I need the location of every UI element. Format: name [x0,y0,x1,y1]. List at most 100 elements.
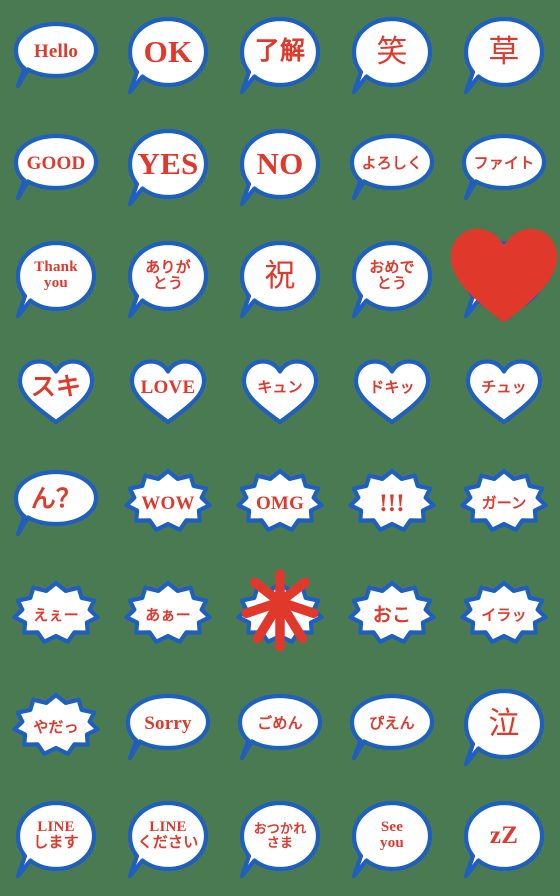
sticker-cell[interactable]: おめで とう [336,224,448,336]
sticker-cell[interactable]: 草 [448,0,560,112]
sticker-4[interactable]: 笑 [336,0,448,112]
sticker-cell[interactable]: Hello [0,0,112,112]
bubble-round-shape [127,128,209,207]
sticker-38[interactable]: おつかれ さま [224,784,336,896]
sticker-cell[interactable]: 笑 [336,0,448,112]
bubble-burst-shape [236,468,324,532]
sticker-cell[interactable]: 祝 [224,224,336,336]
bubble-burst-shape [460,580,548,644]
sticker-cell[interactable]: LOVE [112,336,224,448]
sticker-cell[interactable]: ありが とう [112,224,224,336]
sticker-18[interactable]: キュン [224,336,336,448]
bubble-oval-shape [13,133,99,201]
sticker-cell[interactable]: やだっ [0,672,112,784]
bubble-oval-shape [237,693,323,761]
sticker-37[interactable]: LINE ください [112,784,224,896]
sticker-cell[interactable]: NO [224,112,336,224]
sticker-cell[interactable]: YES [112,112,224,224]
bubble-burst-shape [124,580,212,644]
sticker-cell[interactable]: WOW [112,448,224,560]
sticker-cell[interactable]: えぇー [0,560,112,672]
bubble-round-shape [463,16,545,95]
sticker-cell[interactable]: LINE ください [112,784,224,896]
sticker-cell[interactable]: GOOD [0,112,112,224]
bubble-round-shape [351,800,433,879]
sticker-cell[interactable]: キュン [224,336,336,448]
sticker-8[interactable]: NO [224,112,336,224]
bubble-burst-shape [12,692,100,756]
sticker-1[interactable]: Hello [0,0,112,112]
sticker-26[interactable]: えぇー [0,560,112,672]
sticker-7[interactable]: YES [112,112,224,224]
sticker-19[interactable]: ドキッ [336,336,448,448]
sticker-29[interactable]: おこ [336,560,448,672]
sticker-28[interactable] [224,560,336,672]
sticker-2[interactable]: OK [112,0,224,112]
sticker-cell[interactable]: LINE します [0,784,112,896]
sticker-cell[interactable]: ん？ [0,448,112,560]
sticker-cell[interactable]: チュッ [448,336,560,448]
sticker-cell[interactable]: Sorry [112,672,224,784]
sticker-9[interactable]: よろしく [336,112,448,224]
sticker-cell[interactable]: See you [336,784,448,896]
sticker-36[interactable]: LINE します [0,784,112,896]
bubble-round-shape [127,16,209,95]
sticker-35[interactable]: 泣 [448,672,560,784]
sticker-16[interactable]: スキ [0,336,112,448]
sticker-cell[interactable]: Thank you [0,224,112,336]
sticker-25[interactable]: ガーン [448,448,560,560]
bubble-heart-shape [465,359,543,425]
bubble-round-shape [239,128,321,207]
sticker-cell[interactable]: ごめん [224,672,336,784]
sticker-cell[interactable]: あぁー [112,560,224,672]
sticker-cell[interactable]: ファイト [448,112,560,224]
sticker-13[interactable]: 祝 [224,224,336,336]
sticker-cell[interactable] [224,560,336,672]
sticker-cell[interactable]: イラッ [448,560,560,672]
sticker-cell[interactable]: !!! [336,448,448,560]
bubble-heart-shape [129,359,207,425]
sticker-12[interactable]: ありが とう [112,224,224,336]
sticker-5[interactable]: 草 [448,0,560,112]
sticker-14[interactable]: おめで とう [336,224,448,336]
sticker-cell[interactable] [448,224,560,336]
sticker-30[interactable]: イラッ [448,560,560,672]
sticker-cell[interactable]: ガーン [448,448,560,560]
bubble-round-shape [239,240,321,319]
bubble-burst-shape [460,468,548,532]
sticker-cell[interactable]: おこ [336,560,448,672]
sticker-23[interactable]: OMG [224,448,336,560]
sticker-11[interactable]: Thank you [0,224,112,336]
sticker-24[interactable]: !!! [336,448,448,560]
bubble-heart-shape [241,359,319,425]
sticker-21[interactable]: ん？ [0,448,112,560]
sticker-cell[interactable]: 泣 [448,672,560,784]
sticker-20[interactable]: チュッ [448,336,560,448]
sticker-22[interactable]: WOW [112,448,224,560]
bubble-round-shape [127,240,209,319]
sticker-33[interactable]: ごめん [224,672,336,784]
sticker-cell[interactable]: zZ [448,784,560,896]
sticker-39[interactable]: See you [336,784,448,896]
sticker-34[interactable]: ぴえん [336,672,448,784]
sticker-cell[interactable]: よろしく [336,112,448,224]
sticker-40[interactable]: zZ [448,784,560,896]
bubble-round-shape [351,240,433,319]
sticker-cell[interactable]: ぴえん [336,672,448,784]
bubble-heart-shape [17,359,95,425]
sticker-cell[interactable]: おつかれ さま [224,784,336,896]
sticker-cell[interactable]: OMG [224,448,336,560]
sticker-31[interactable]: やだっ [0,672,112,784]
sticker-cell[interactable]: OK [112,0,224,112]
sticker-6[interactable]: GOOD [0,112,112,224]
bubble-oval-shape [13,21,99,89]
sticker-17[interactable]: LOVE [112,336,224,448]
sticker-27[interactable]: あぁー [112,560,224,672]
sticker-15[interactable] [448,224,560,336]
sticker-32[interactable]: Sorry [112,672,224,784]
sticker-10[interactable]: ファイト [448,112,560,224]
sticker-cell[interactable]: ドキッ [336,336,448,448]
sticker-3[interactable]: 了解 [224,0,336,112]
sticker-cell[interactable]: 了解 [224,0,336,112]
sticker-cell[interactable]: スキ [0,336,112,448]
